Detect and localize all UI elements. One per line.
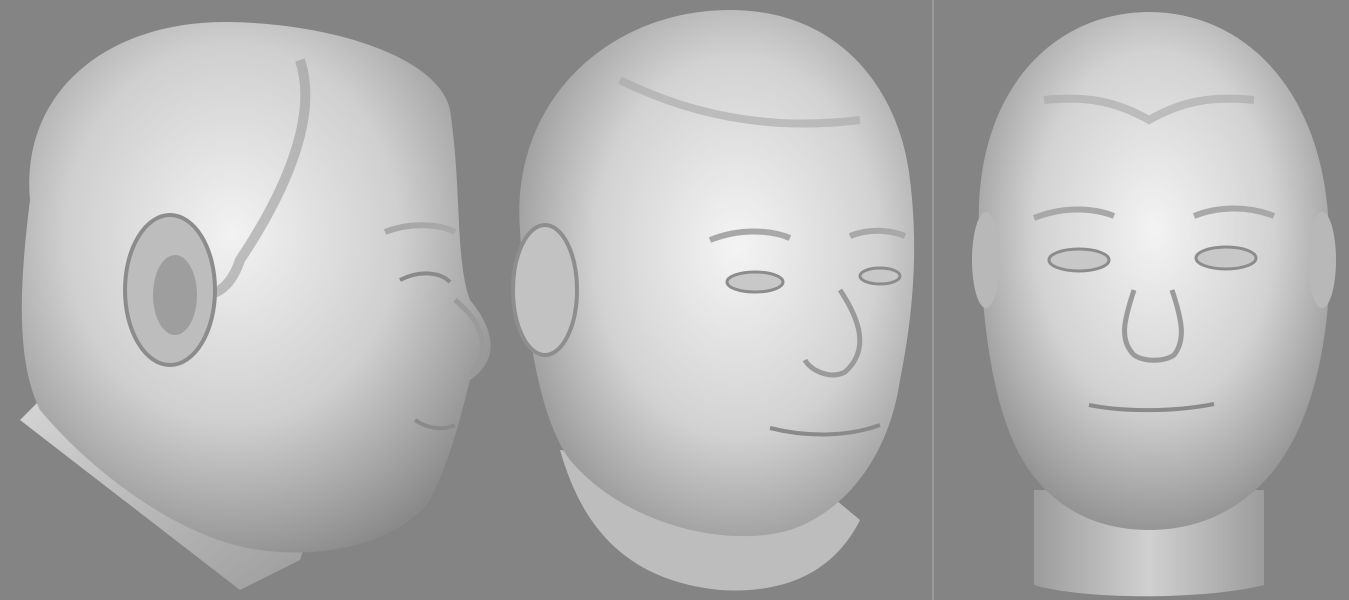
tq-right-eye [858,266,902,286]
render-canvas [0,0,1349,600]
tq-left-eye [725,270,785,294]
head-render-three-quarter-view [500,0,932,600]
head-three-quarter-svg [511,10,915,591]
head-render-front-view [934,0,1349,600]
front-left-eye [1047,247,1111,273]
head-side-svg [20,21,491,590]
front-head [978,12,1330,530]
side-ear-inner [153,255,197,335]
front-right-ear [1308,212,1336,308]
front-right-eye [1194,245,1258,271]
front-left-ear [972,212,1000,308]
tq-head [519,10,915,537]
head-render-side-view [0,0,500,600]
tq-ear [511,223,579,357]
head-front-svg [972,12,1336,597]
